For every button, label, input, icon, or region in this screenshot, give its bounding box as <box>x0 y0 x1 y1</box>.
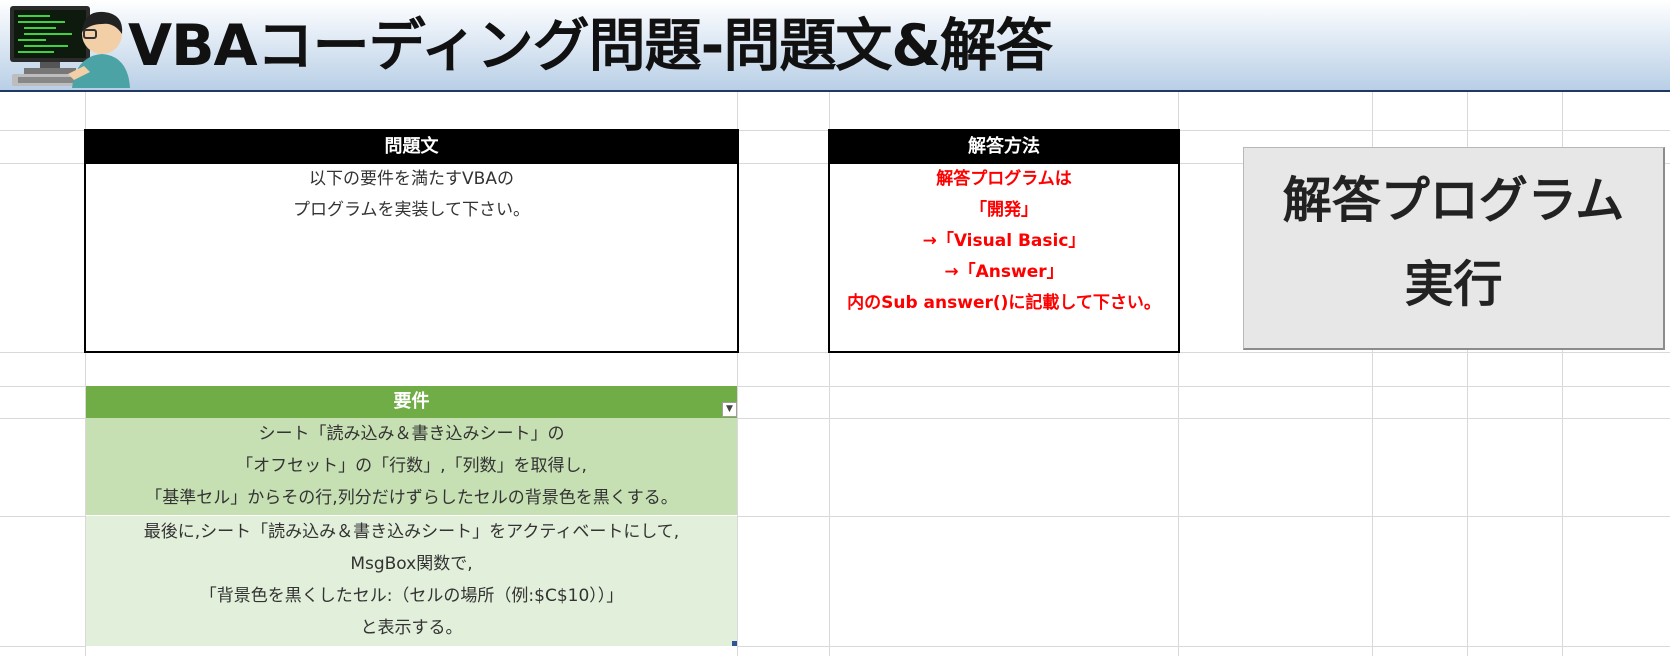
problem-statement-header: 問題文 <box>86 131 737 164</box>
answer-method-box: 解答方法 解答プログラムは 「開発」 →「Visual Basic」 →「Ans… <box>828 129 1180 353</box>
answer-method-header: 解答方法 <box>830 131 1178 164</box>
answer-method-line: 内のSub answer()に記載して下さい。 <box>847 293 1161 313</box>
problem-statement-line: プログラムを実装して下さい。 <box>293 200 530 220</box>
run-button-label-line2: 実行 <box>1404 256 1503 313</box>
requirement-line: 最後に,シート「読み込み＆書き込みシート」をアクティベートにして, <box>143 522 680 542</box>
spreadsheet-view: VBAコーディング問題-問題文&解答 問題文 以下の要件を満たすVBAの プログ… <box>0 0 1670 656</box>
table-row: シート「読み込み＆書き込みシート」の 「オフセット」の「行数」,「列数」を取得し… <box>86 418 737 516</box>
page-title: VBAコーディング問題-問題文&解答 <box>128 13 1053 79</box>
dropdown-filter-icon[interactable]: ▼ <box>722 402 737 417</box>
title-banner: VBAコーディング問題-問題文&解答 <box>0 0 1670 92</box>
run-answer-program-button[interactable]: 解答プログラム 実行 <box>1243 147 1665 350</box>
problem-statement-box: 問題文 以下の要件を満たすVBAの プログラムを実装して下さい。 <box>84 129 739 353</box>
requirement-line: シート「読み込み＆書き込みシート」の <box>258 424 565 444</box>
requirement-line: 「背景色を黒くしたセル:（セルの場所（例:$C$10））」 <box>199 586 624 606</box>
answer-method-line: 解答プログラムは <box>936 169 1072 189</box>
requirement-line: 「オフセット」の「行数」,「列数」を取得し, <box>236 456 587 476</box>
answer-method-line: →「Visual Basic」 <box>922 231 1086 251</box>
answer-method-line: →「Answer」 <box>944 262 1064 282</box>
table-resize-handle[interactable] <box>732 641 737 646</box>
problem-statement-body: 以下の要件を満たすVBAの プログラムを実装して下さい。 <box>86 164 737 226</box>
requirements-table: 要件 ▼ シート「読み込み＆書き込みシート」の 「オフセット」の「行数」,「列数… <box>86 386 737 647</box>
programmer-at-computer-icon <box>10 6 130 88</box>
requirements-header: 要件 ▼ <box>86 386 737 418</box>
table-row: 最後に,シート「読み込み＆書き込みシート」をアクティベートにして, MsgBox… <box>86 516 737 647</box>
problem-statement-line: 以下の要件を満たすVBAの <box>309 169 514 189</box>
run-button-label-line1: 解答プログラム <box>1282 172 1625 229</box>
answer-method-line: 「開発」 <box>970 200 1038 220</box>
requirement-line: MsgBox関数で, <box>350 554 473 574</box>
requirements-header-label: 要件 <box>393 391 430 412</box>
requirement-line: 「基準セル」からその行,列分だけずらしたセルの背景色を黒くする。 <box>145 488 678 508</box>
requirement-line: と表示する。 <box>360 618 463 638</box>
answer-method-body: 解答プログラムは 「開発」 →「Visual Basic」 →「Answer」 … <box>830 164 1178 319</box>
